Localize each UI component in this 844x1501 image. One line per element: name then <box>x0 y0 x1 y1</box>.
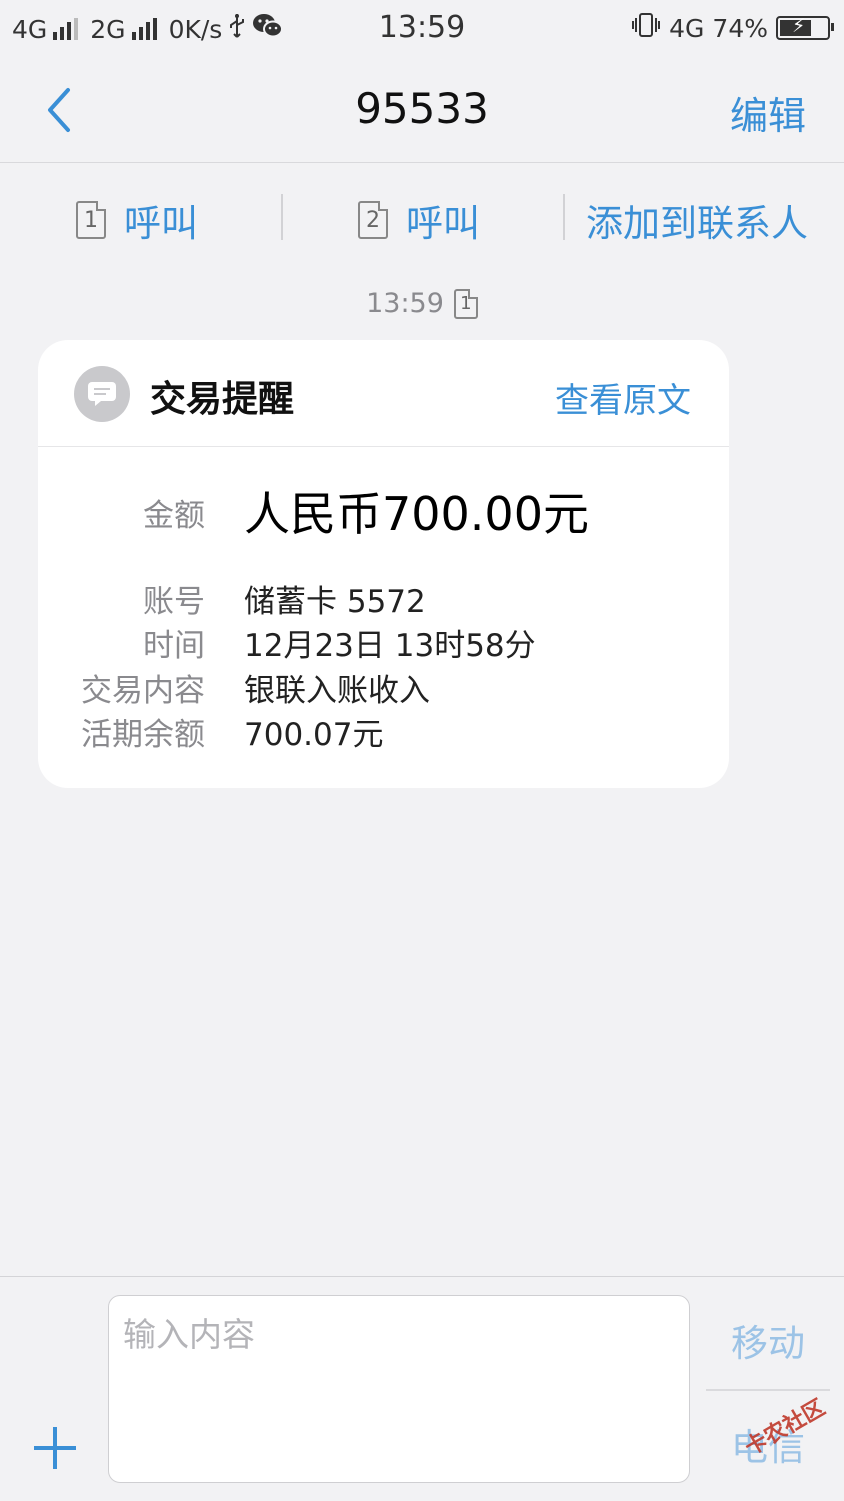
time-value: 12月23日 13时58分 <box>244 628 536 664</box>
transaction-type-value: 银联入账收入 <box>244 673 430 709</box>
time-label: 时间 <box>143 628 205 664</box>
contact-actions: 1 呼叫 2 呼叫 添加到联系人 <box>0 180 844 260</box>
network-4g-label-2: 4G <box>669 13 705 43</box>
edit-button[interactable]: 编辑 <box>730 85 806 140</box>
message-timestamp: 13:59 1 <box>0 288 844 319</box>
vibrate-icon <box>631 12 661 44</box>
card-header: 交易提醒 查看原文 <box>38 340 729 447</box>
status-bar: 4G 2G 0K/s 13:59 4G 74% ⚡ <box>0 0 844 60</box>
battery-icon: ⚡ <box>776 15 834 40</box>
card-title: 交易提醒 <box>150 379 295 420</box>
status-right: 4G 74% ⚡ <box>631 12 834 44</box>
sim-card-icon-2: 2 <box>358 201 388 239</box>
call-sim1-button[interactable]: 1 呼叫 <box>76 190 198 250</box>
sim-card-icon: 1 <box>76 201 106 239</box>
message-icon <box>74 366 130 422</box>
message-input-box <box>108 1295 690 1483</box>
add-attachment-button[interactable] <box>34 1427 76 1469</box>
call-sim2-label: 呼叫 <box>406 202 480 245</box>
battery-percent: 74% <box>712 13 768 43</box>
account-value: 储蓄卡 5572 <box>244 584 426 620</box>
divider-2 <box>563 194 565 240</box>
transaction-type-label: 交易内容 <box>81 673 205 709</box>
composer-bar: 移动 电信 <box>0 1276 844 1501</box>
message-time: 13:59 <box>366 288 444 319</box>
call-sim2-button[interactable]: 2 呼叫 <box>358 190 480 250</box>
call-sim1-label: 呼叫 <box>124 202 198 245</box>
send-mobile-button[interactable]: 移动 <box>706 1313 830 1367</box>
account-label: 账号 <box>143 584 205 620</box>
amount-label: 金额 <box>143 498 205 534</box>
balance-value: 700.07元 <box>244 717 384 753</box>
sim-card-icon-3: 1 <box>453 288 478 319</box>
page-title: 95533 <box>355 84 489 133</box>
transaction-card[interactable]: 交易提醒 查看原文 金额 人民币700.00元 账号 储蓄卡 5572 时间 1… <box>38 340 729 788</box>
add-to-contacts-button[interactable]: 添加到联系人 <box>586 190 808 250</box>
nav-bar: 95533 编辑 <box>0 60 844 163</box>
balance-label: 活期余额 <box>81 717 205 753</box>
divider <box>281 194 283 240</box>
message-input[interactable] <box>109 1296 689 1482</box>
amount-value: 人民币700.00元 <box>244 487 589 541</box>
view-original-button[interactable]: 查看原文 <box>555 373 691 422</box>
